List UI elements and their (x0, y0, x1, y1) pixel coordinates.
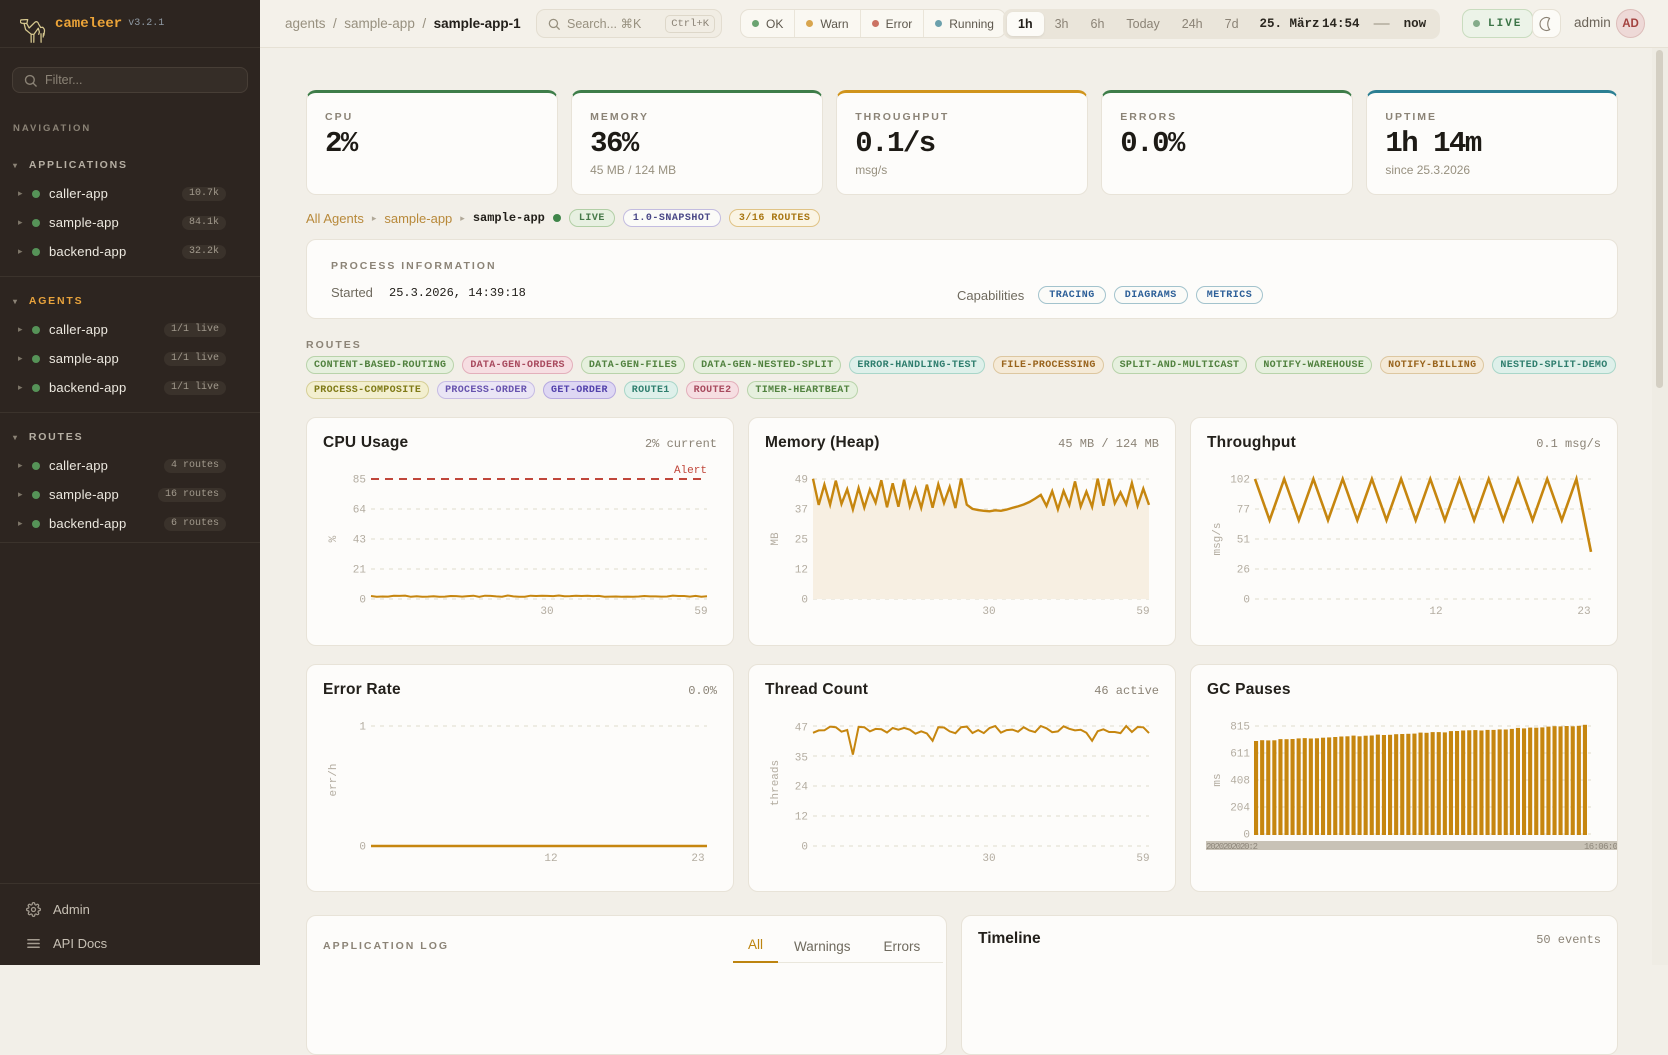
svg-text:0: 0 (359, 595, 366, 607)
svg-text:2020202020:2: 2020202020:2 (1206, 842, 1258, 852)
svg-text:23: 23 (1577, 606, 1590, 618)
svg-text:30: 30 (540, 606, 553, 618)
svg-text:47: 47 (795, 723, 808, 735)
svg-text:37: 37 (795, 505, 808, 517)
svg-text:35: 35 (795, 753, 808, 765)
svg-text:1: 1 (359, 722, 366, 734)
svg-text:12: 12 (1429, 606, 1442, 618)
svg-text:12: 12 (795, 812, 808, 824)
svg-text:59: 59 (1136, 606, 1149, 618)
svg-text:49: 49 (795, 475, 808, 487)
svg-text:43: 43 (353, 535, 366, 547)
svg-text:0: 0 (1243, 595, 1250, 607)
svg-text:24: 24 (795, 782, 809, 794)
svg-text:12: 12 (544, 853, 557, 865)
svg-text:59: 59 (1136, 853, 1149, 865)
svg-text:%: % (328, 535, 340, 542)
svg-text:815: 815 (1230, 722, 1250, 734)
svg-text:408: 408 (1230, 776, 1250, 788)
svg-text:30: 30 (982, 853, 995, 865)
svg-text:611: 611 (1230, 749, 1250, 761)
svg-text:51: 51 (1237, 535, 1251, 547)
svg-text:12: 12 (795, 565, 808, 577)
svg-text:77: 77 (1237, 505, 1250, 517)
svg-text:59: 59 (694, 606, 707, 618)
svg-text:64: 64 (353, 505, 367, 517)
svg-text:21: 21 (353, 565, 367, 577)
svg-text:85: 85 (353, 475, 366, 487)
svg-text:30: 30 (982, 606, 995, 618)
svg-text:23: 23 (691, 853, 704, 865)
svg-text:0: 0 (359, 842, 366, 854)
svg-text:102: 102 (1230, 475, 1250, 487)
svg-text:Alert: Alert (674, 465, 707, 477)
svg-text:0: 0 (1243, 830, 1250, 842)
svg-text:msg/s: msg/s (1212, 522, 1224, 555)
svg-text:26: 26 (1237, 565, 1250, 577)
svg-text:err/h: err/h (328, 763, 340, 796)
svg-text:0: 0 (801, 595, 808, 607)
svg-text:16:06:0: 16:06:0 (1584, 842, 1618, 852)
svg-text:MB: MB (770, 532, 782, 546)
svg-text:0: 0 (801, 842, 808, 854)
svg-text:25: 25 (795, 535, 808, 547)
svg-text:threads: threads (770, 760, 782, 806)
svg-text:ms: ms (1212, 773, 1224, 786)
svg-text:204: 204 (1230, 803, 1250, 815)
